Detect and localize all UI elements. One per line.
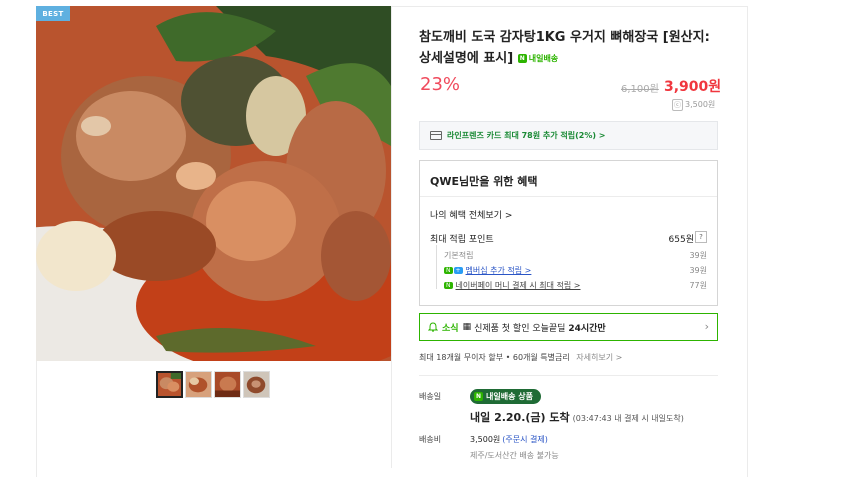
npay-point-link[interactable]: 네이버페이 머니 결제 시 최대 적립 > [456, 281, 581, 290]
shipping-fee-label: 배송비 [419, 435, 442, 444]
shipping-date-label: 배송일 [419, 392, 442, 401]
benefit-title: QWE님만을 위한 혜택 [430, 175, 538, 188]
view-all-benefits-link[interactable]: 나의 혜택 전체보기 > [430, 208, 512, 221]
delivery-tag: N 내일배송 [517, 48, 559, 69]
tomorrow-delivery-badge-label: 내일배송 상품 [486, 392, 533, 401]
arrival-note: (03:47:43 내 결제 시 내일도착) [572, 414, 684, 423]
arrival-date: 내일 2.20.(금) 도착 [470, 411, 570, 424]
benefit-divider [420, 196, 717, 197]
coupon-icon: ▦ [462, 322, 472, 332]
shipping-fee-note: 제주/도서산간 배송 불가능 [470, 451, 559, 460]
benefit-panel: QWE님만을 위한 혜택 나의 혜택 전체보기 > 최대 적립 포인트 655원… [419, 160, 718, 306]
shipping-fee-value: 3,500원 [470, 435, 501, 444]
npay-point-row: N 네이버페이 머니 결제 시 최대 적립 > [444, 280, 581, 291]
installment-info: 최대 18개월 무이자 할부 • 60개월 특별금리 자세히보기 > [419, 352, 622, 363]
product-title-text: 참도깨비 도국 감자탕1KG 우거지 뼈해장국 [원산지: 상세설명에 표시] [419, 30, 710, 66]
card-promo-text: 라인프렌즈 카드 최대 78원 추가 적립(2%) > [447, 131, 606, 140]
best-badge: BEST [36, 6, 70, 21]
chevron-right-icon: › [704, 320, 709, 333]
cashback-icon: ⓒ [672, 99, 683, 111]
coupon-tag: 소식 [442, 323, 459, 334]
tomorrow-delivery-badge: N 내일배송 상품 [470, 389, 541, 404]
membership-point-value: 39원 [689, 266, 707, 275]
sale-price: 3,900원 [664, 79, 722, 95]
coupon-banner[interactable]: 소식 ▦ 신제품 첫 할인 오늘끝딜 24시간만 › [419, 313, 718, 341]
product-main-image[interactable] [36, 6, 391, 361]
coupon-text-strong: 24시간만 [568, 323, 606, 334]
bell-icon [428, 322, 438, 332]
installment-divider [419, 375, 718, 376]
delivery-tag-label: 내일배송 [528, 54, 559, 63]
thumbnail-4[interactable] [243, 371, 270, 398]
installment-more-link[interactable]: 자세히보기 > [576, 353, 622, 362]
max-point-label: 최대 적립 포인트 [430, 235, 494, 245]
thumbnail-2[interactable] [185, 371, 212, 398]
cashback-value: 3,500원 [685, 100, 716, 109]
cashback-line: ⓒ 3,500원 [672, 99, 715, 111]
naver-n-icon: N [517, 54, 527, 63]
product-title: 참도깨비 도국 감자탕1KG 우거지 뼈해장국 [원산지: 상세설명에 표시] … [419, 27, 719, 69]
npay-point-value: 77원 [689, 281, 707, 290]
naver-pay-badge: N [444, 282, 453, 289]
plus-badge: + [453, 267, 463, 274]
installment-text: 최대 18개월 무이자 할부 • 60개월 특별금리 [419, 353, 570, 362]
original-price: 6,100원 [621, 84, 659, 95]
naver-n-icon: N [474, 392, 483, 401]
base-point-value: 39원 [689, 251, 707, 260]
thumbnail-strip [156, 371, 270, 398]
question-icon[interactable]: ? [695, 231, 707, 243]
benefit-tree-line [436, 245, 437, 289]
card-promo-banner[interactable]: 라인프렌즈 카드 최대 78원 추가 적립(2%) > [419, 121, 718, 150]
arrival-info: 내일 2.20.(금) 도착 (03:47:43 내 결제 시 내일도착) [470, 409, 684, 425]
base-point-label: 기본적립 [444, 251, 474, 260]
coupon-text: 신제품 첫 할인 오늘끝딜 [474, 323, 566, 334]
shipping-fee-condition: (주문시 결제) [502, 435, 548, 444]
max-point-value: 655원 [668, 235, 694, 245]
membership-point-link[interactable]: 멤버십 추가 적립 > [466, 266, 532, 275]
naver-n-badge: N [444, 267, 453, 274]
thumbnail-3[interactable] [214, 371, 241, 398]
shipping-fee: 3,500원 (주문시 결제) [470, 434, 548, 445]
column-divider [391, 6, 392, 468]
thumbnail-1[interactable] [156, 371, 183, 398]
card-icon [430, 131, 442, 140]
membership-point-row: N + 멤버십 추가 적립 > [444, 265, 531, 276]
discount-rate: 23% [420, 74, 461, 95]
